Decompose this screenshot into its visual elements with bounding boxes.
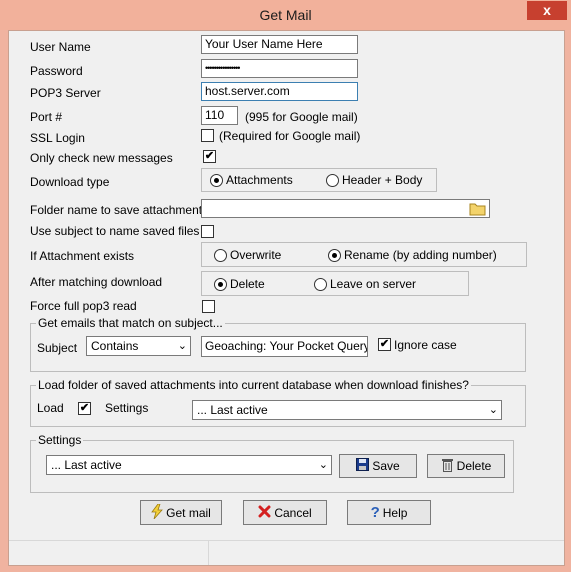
delete-label: Delete [456, 459, 492, 473]
subject-label: Subject [37, 341, 78, 355]
window-title: Get Mail [259, 7, 312, 23]
force-full-label: Force full pop3 read [30, 299, 137, 313]
load-settings-label: Settings [105, 401, 149, 415]
title-bar: Get Mail x [0, 0, 571, 30]
after-matching-label: After matching download [30, 275, 163, 289]
load-settings-select[interactable]: ... Last active ⌄ [192, 400, 502, 420]
settings-group-title: Settings [36, 433, 84, 447]
download-type-group: Attachments Header + Body [201, 168, 437, 192]
attachments-label: Attachments [226, 173, 293, 187]
attachments-radio[interactable] [210, 174, 223, 187]
port-input[interactable]: 110 [201, 106, 238, 125]
pop3-server-label: POP3 Server [30, 86, 101, 100]
rename-label: Rename (by adding number) [344, 248, 497, 262]
cancel-label: Cancel [274, 505, 312, 520]
close-icon: x [543, 2, 551, 18]
password-label: Password [30, 64, 83, 78]
ignore-case-label: Ignore case [394, 338, 457, 352]
chevron-down-icon: ⌄ [177, 340, 187, 352]
red-x-icon [258, 505, 271, 521]
dialog-body: User Name Your User Name Here Password •… [8, 30, 565, 566]
status-separator [208, 540, 209, 565]
cancel-button[interactable]: Cancel [243, 500, 327, 525]
delete-button[interactable]: Delete [427, 454, 505, 478]
close-button[interactable]: x [527, 1, 567, 20]
load-checkbox[interactable]: ✔ [78, 402, 91, 415]
after-matching-group: Delete Leave on server [201, 271, 469, 296]
use-subject-label: Use subject to name saved files [30, 224, 200, 238]
settings-group: Settings ... Last active ⌄ Save Delete [30, 433, 514, 493]
port-label: Port # [30, 110, 63, 124]
ignore-case-checkbox[interactable]: ✔ [378, 338, 391, 351]
delete-option-label: Delete [230, 277, 265, 291]
get-mail-label: Get mail [166, 505, 211, 520]
load-group: Load folder of saved attachments into cu… [30, 378, 526, 427]
chevron-down-icon: ⌄ [318, 459, 328, 471]
leave-on-server-label: Leave on server [330, 277, 417, 291]
port-hint: (995 for Google mail) [245, 110, 358, 124]
header-body-label: Header + Body [342, 173, 423, 187]
ssl-login-hint: (Required for Google mail) [219, 129, 361, 143]
leave-on-server-radio[interactable] [314, 278, 327, 291]
force-full-checkbox[interactable] [202, 300, 215, 313]
ssl-login-checkbox[interactable] [201, 129, 214, 142]
save-label: Save [372, 459, 400, 473]
get-mail-button[interactable]: Get mail [140, 500, 222, 525]
overwrite-radio[interactable] [214, 249, 227, 262]
folder-icon[interactable] [469, 201, 486, 216]
lightning-icon [151, 503, 164, 522]
subject-operator-select[interactable]: Contains ⌄ [86, 336, 191, 356]
attachment-exists-label: If Attachment exists [30, 249, 135, 263]
use-subject-checkbox[interactable] [201, 225, 214, 238]
only-new-checkbox[interactable]: ✔ [203, 150, 216, 163]
delete-radio[interactable] [214, 278, 227, 291]
save-button[interactable]: Save [339, 454, 417, 478]
folder-name-label: Folder name to save attachments [30, 203, 209, 217]
ssl-login-label: SSL Login [30, 131, 85, 145]
settings-value: ... Last active [51, 458, 122, 472]
overwrite-label: Overwrite [230, 248, 282, 262]
trash-icon [441, 458, 454, 475]
attachment-exists-group: Overwrite Rename (by adding number) [201, 242, 527, 267]
subject-group-title: Get emails that match on subject... [36, 316, 225, 330]
subject-match-group: Get emails that match on subject... Subj… [30, 316, 526, 372]
get-mail-window: Get Mail x User Name Your User Name Here… [0, 0, 571, 572]
folder-name-input[interactable] [201, 199, 490, 218]
chevron-down-icon: ⌄ [488, 404, 498, 416]
status-divider [9, 540, 564, 541]
load-group-title: Load folder of saved attachments into cu… [36, 378, 471, 392]
download-type-label: Download type [30, 175, 110, 189]
help-label: Help [382, 505, 408, 520]
load-label: Load [37, 401, 64, 415]
question-icon: ? [370, 504, 380, 521]
pop3-server-input[interactable]: host.server.com [201, 82, 358, 101]
load-settings-value: ... Last active [197, 403, 268, 417]
floppy-disk-icon [356, 458, 370, 474]
only-new-label: Only check new messages [30, 151, 173, 165]
password-input[interactable]: •••••••••••••••• [201, 59, 358, 78]
rename-radio[interactable] [328, 249, 341, 262]
user-name-label: User Name [30, 40, 91, 54]
settings-select[interactable]: ... Last active ⌄ [46, 455, 332, 475]
subject-operator-value: Contains [91, 339, 139, 353]
header-body-radio[interactable] [326, 174, 339, 187]
user-name-input[interactable]: Your User Name Here [201, 35, 358, 54]
help-button[interactable]: ? Help [347, 500, 431, 525]
subject-value-input[interactable]: Geoaching: Your Pocket Query [201, 336, 368, 357]
